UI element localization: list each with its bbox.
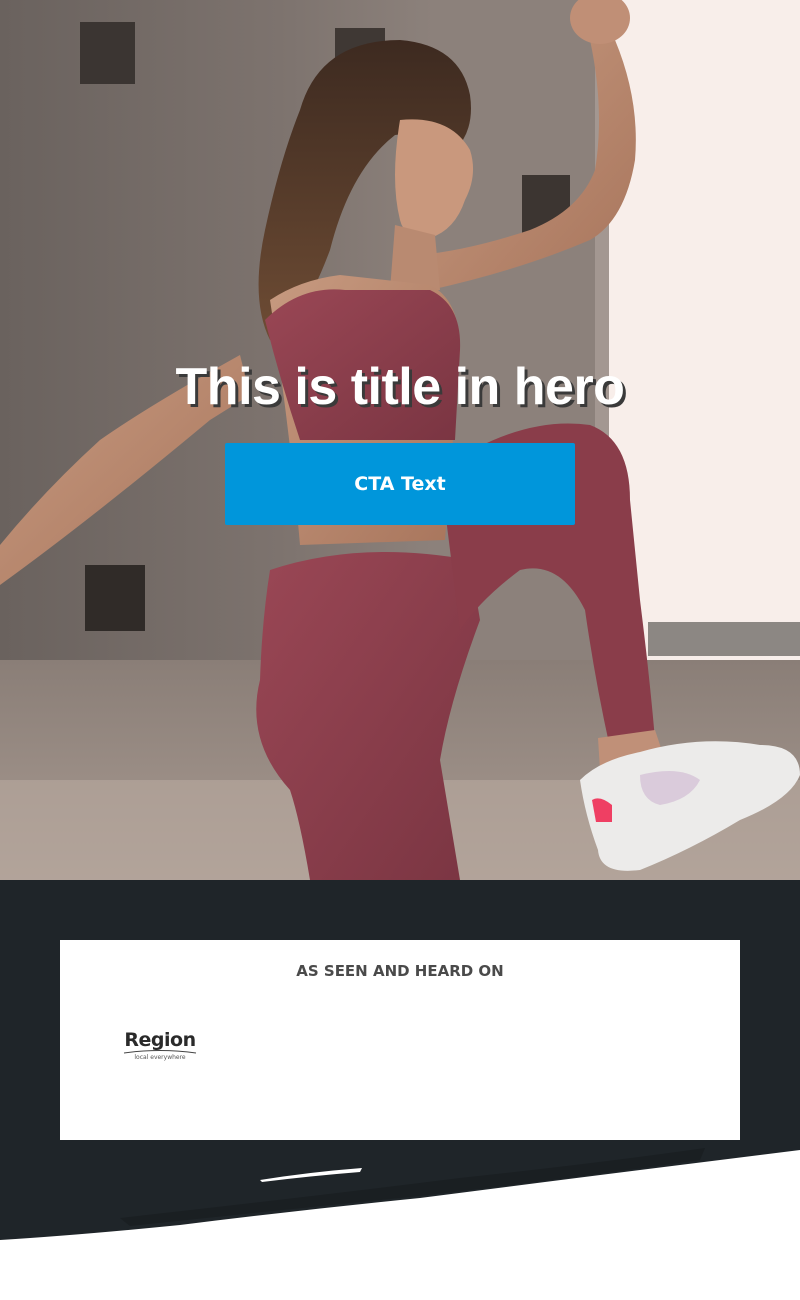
- press-heading: AS SEEN AND HEARD ON: [296, 962, 504, 980]
- hero-section: This is title in hero CTA Text: [0, 0, 800, 880]
- cta-button[interactable]: CTA Text: [225, 443, 575, 525]
- hero-title: This is title in hero: [175, 358, 625, 416]
- press-section: AS SEEN AND HEARD ON Region local everyw…: [0, 880, 800, 1300]
- region-logo[interactable]: Region local everywhere: [122, 1028, 198, 1068]
- hero-background-photo: [0, 0, 800, 880]
- press-card: AS SEEN AND HEARD ON Region local everyw…: [60, 940, 740, 1140]
- region-logo-tagline: local everywhere: [134, 1054, 186, 1061]
- landing-page: This is title in hero CTA Text AS SEEN A…: [0, 0, 800, 1300]
